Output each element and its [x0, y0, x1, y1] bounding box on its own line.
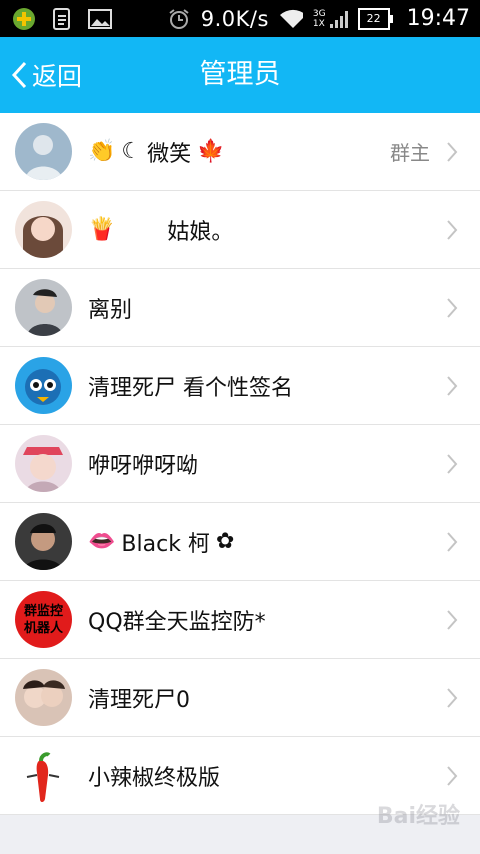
battery-level: 22 — [366, 11, 381, 25]
status-bar: 9.0K/s 3G 1X 22 19:47 — [0, 0, 480, 37]
chevron-right-icon — [447, 297, 458, 318]
chevron-right-icon — [447, 141, 458, 162]
alarm-icon — [167, 7, 191, 31]
signal-label-3g: 3G — [312, 8, 326, 19]
signal-label-1x: 1X — [312, 18, 325, 29]
list-item[interactable]: 群监控机器人 QQ群全天监控防* — [0, 581, 480, 659]
battery-icon: 22 — [357, 7, 393, 30]
signal-icon: 3G 1X — [313, 8, 348, 30]
member-name: 姑娘。 — [167, 219, 234, 245]
nav-bar: 返回 管理员 — [0, 37, 480, 113]
member-name: 咿呀咿呀呦 — [88, 453, 199, 479]
chevron-right-icon — [447, 531, 458, 552]
back-label: 返回 — [32, 62, 83, 91]
avatar: 群监控机器人 — [15, 591, 72, 648]
watermark: Bai经验 — [376, 804, 460, 829]
clock: 19:47 — [406, 6, 470, 31]
flower-icon: ✿ — [215, 529, 235, 554]
list-item[interactable]: 🍟 姑娘。 — [0, 191, 480, 269]
lips-icon: 👄 — [88, 529, 116, 554]
chevron-right-icon — [447, 609, 458, 630]
fries-icon: 🍟 — [88, 217, 116, 242]
avatar — [15, 669, 72, 726]
chevron-right-icon — [447, 765, 458, 786]
avatar — [15, 357, 72, 414]
avatar — [15, 435, 72, 492]
avatar — [15, 123, 72, 180]
list-item[interactable]: 👏 ☾ 微笑 🍁 群主 — [0, 113, 480, 191]
chevron-left-icon — [11, 61, 27, 89]
image-icon — [88, 7, 112, 31]
chevron-right-icon — [447, 219, 458, 240]
leaf-icon: 🍁 — [197, 139, 225, 164]
avatar — [15, 513, 72, 570]
chevron-right-icon — [447, 453, 458, 474]
list-item[interactable]: 咿呀咿呀呦 — [0, 425, 480, 503]
avatar — [15, 201, 72, 258]
member-name: Black 柯 — [121, 531, 210, 557]
list-item[interactable]: 清理死尸 看个性签名 — [0, 347, 480, 425]
avatar-text: 群监控机器人 — [23, 603, 63, 636]
admin-list: 👏 ☾ 微笑 🍁 群主 🍟 姑娘。 离别 清理死尸 看个性签名 咿呀咿呀呦 👄 … — [0, 113, 480, 815]
document-icon — [50, 7, 74, 31]
chevron-right-icon — [447, 687, 458, 708]
net-speed: 9.0K/s — [200, 6, 269, 31]
back-button[interactable]: 返回 — [10, 37, 82, 113]
list-item[interactable]: 清理死尸0 — [0, 659, 480, 737]
member-name: 离别 — [88, 297, 133, 323]
clap-emoji-icon: 👏 — [88, 139, 116, 164]
avatar — [15, 747, 72, 804]
moon-emoji-icon: ☾ — [121, 139, 142, 164]
owner-badge: 群主 — [390, 141, 430, 165]
list-item[interactable]: 👄 Black 柯 ✿ — [0, 503, 480, 581]
member-name: 清理死尸 看个性签名 — [88, 375, 293, 401]
member-name: 小辣椒终极版 — [88, 765, 221, 791]
app-notification-icon — [12, 7, 36, 31]
member-name: QQ群全天监控防* — [88, 609, 266, 635]
wifi-icon — [279, 7, 303, 31]
member-name: 清理死尸0 — [88, 687, 190, 713]
chevron-right-icon — [447, 375, 458, 396]
list-item[interactable]: 离别 — [0, 269, 480, 347]
avatar — [15, 279, 72, 336]
member-name: 微笑 — [147, 141, 192, 167]
